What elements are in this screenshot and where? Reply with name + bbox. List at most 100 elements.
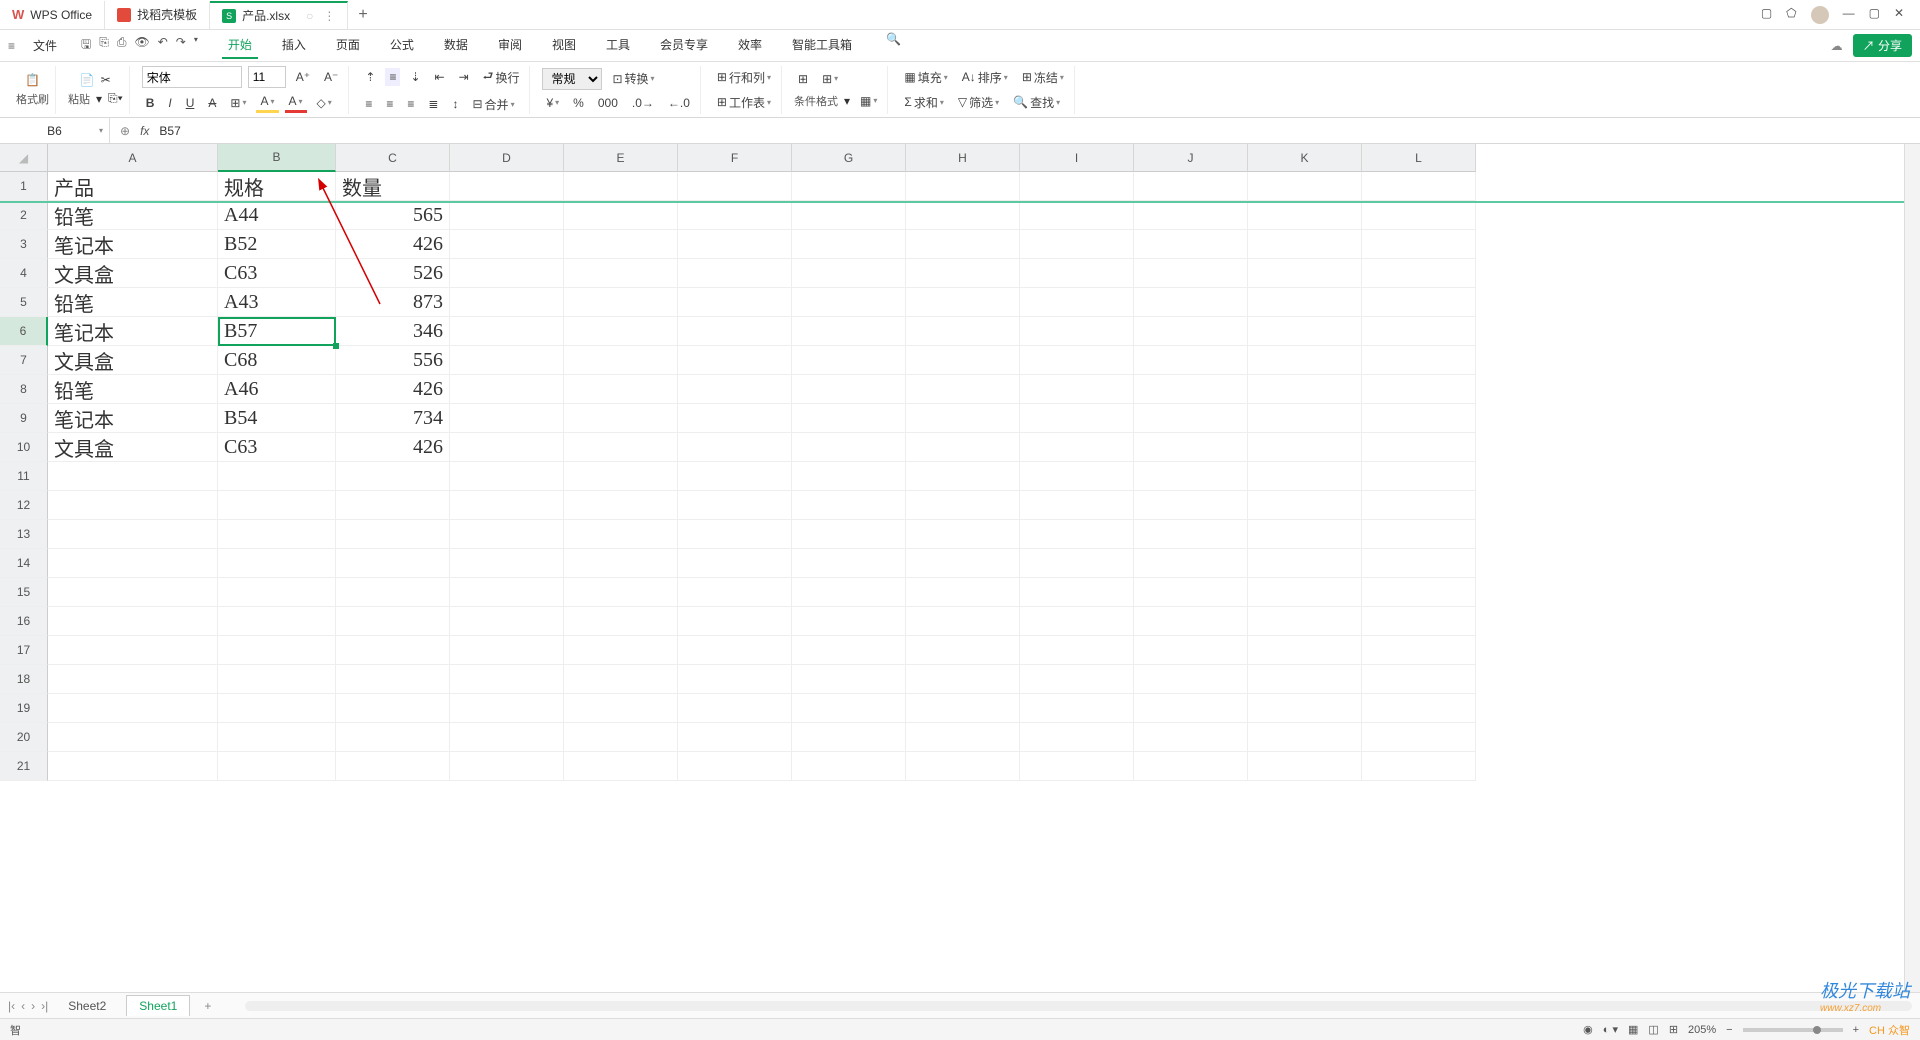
cell-K16[interactable] (1248, 607, 1362, 636)
row-header-20[interactable]: 20 (0, 723, 48, 752)
row-header-16[interactable]: 16 (0, 607, 48, 636)
cell-A21[interactable] (48, 752, 218, 781)
cell-C13[interactable] (336, 520, 450, 549)
row-header-4[interactable]: 4 (0, 259, 48, 288)
cell-D18[interactable] (450, 665, 564, 694)
cell-D15[interactable] (450, 578, 564, 607)
indent-inc-button[interactable]: ⇥ (455, 68, 473, 86)
cell-H5[interactable] (906, 288, 1020, 317)
cell-L19[interactable] (1362, 694, 1476, 723)
cell-J19[interactable] (1134, 694, 1248, 723)
hamburger-icon[interactable]: ≡ (8, 39, 15, 53)
ribbon-tab-data[interactable]: 数据 (438, 32, 474, 59)
cell-G11[interactable] (792, 462, 906, 491)
cell-A3[interactable]: 笔记本 (48, 230, 218, 259)
cell-C4[interactable]: 526 (336, 259, 450, 288)
cell-D10[interactable] (450, 433, 564, 462)
column-header-B[interactable]: B (218, 144, 336, 172)
cell-A9[interactable]: 笔记本 (48, 404, 218, 433)
cell-H21[interactable] (906, 752, 1020, 781)
justify-button[interactable]: ≣ (424, 95, 442, 113)
cell-J10[interactable] (1134, 433, 1248, 462)
cell-E17[interactable] (564, 636, 678, 665)
cell-J16[interactable] (1134, 607, 1248, 636)
row-header-7[interactable]: 7 (0, 346, 48, 375)
ribbon-tab-member[interactable]: 会员专享 (654, 32, 714, 59)
cell-E5[interactable] (564, 288, 678, 317)
cloud-icon[interactable]: ☁ (1831, 39, 1843, 53)
cell-H20[interactable] (906, 723, 1020, 752)
cell-D2[interactable] (450, 201, 564, 230)
sheet-nav-next-icon[interactable]: › (31, 999, 35, 1013)
cell-B7[interactable]: C68 (218, 346, 336, 375)
cell-E12[interactable] (564, 491, 678, 520)
cell-D17[interactable] (450, 636, 564, 665)
column-header-H[interactable]: H (906, 144, 1020, 172)
column-header-F[interactable]: F (678, 144, 792, 172)
cell-L14[interactable] (1362, 549, 1476, 578)
cell-H14[interactable] (906, 549, 1020, 578)
cell-L6[interactable] (1362, 317, 1476, 346)
cell-D21[interactable] (450, 752, 564, 781)
cell-C21[interactable] (336, 752, 450, 781)
cell-H10[interactable] (906, 433, 1020, 462)
cell-K17[interactable] (1248, 636, 1362, 665)
status-hint-icon[interactable]: 智 (10, 1022, 21, 1038)
cell-C8[interactable]: 426 (336, 375, 450, 404)
cell-A19[interactable] (48, 694, 218, 723)
cell-L9[interactable] (1362, 404, 1476, 433)
cell-B9[interactable]: B54 (218, 404, 336, 433)
column-header-J[interactable]: J (1134, 144, 1248, 172)
cell-C19[interactable] (336, 694, 450, 723)
cell-B4[interactable]: C63 (218, 259, 336, 288)
align-middle-button[interactable]: ≡ (385, 68, 400, 86)
row-header-6[interactable]: 6 (0, 317, 48, 346)
cell-B11[interactable] (218, 462, 336, 491)
row-header-5[interactable]: 5 (0, 288, 48, 317)
cell-J11[interactable] (1134, 462, 1248, 491)
name-box[interactable]: B6 ▾ (0, 118, 110, 143)
cell-L12[interactable] (1362, 491, 1476, 520)
currency-button[interactable]: ¥▾ (542, 94, 563, 112)
cell-J2[interactable] (1134, 201, 1248, 230)
cell-D19[interactable] (450, 694, 564, 723)
cell-K15[interactable] (1248, 578, 1362, 607)
cell-L18[interactable] (1362, 665, 1476, 694)
row-header-13[interactable]: 13 (0, 520, 48, 549)
cell-K10[interactable] (1248, 433, 1362, 462)
cell-C17[interactable] (336, 636, 450, 665)
cell-G5[interactable] (792, 288, 906, 317)
cell-C11[interactable] (336, 462, 450, 491)
cell-B14[interactable] (218, 549, 336, 578)
underline-button[interactable]: U (182, 94, 199, 112)
share-button[interactable]: ↗ 分享 (1853, 34, 1912, 57)
row-header-19[interactable]: 19 (0, 694, 48, 723)
sheet-nav-prev-icon[interactable]: ‹ (21, 999, 25, 1013)
sheet-add-button[interactable]: + (198, 999, 217, 1013)
cell-A2[interactable]: 铅笔 (48, 201, 218, 230)
find-button[interactable]: 🔍 查找▾ (1009, 92, 1064, 113)
cell-K11[interactable] (1248, 462, 1362, 491)
cell-D8[interactable] (450, 375, 564, 404)
cell-J18[interactable] (1134, 665, 1248, 694)
cell-E18[interactable] (564, 665, 678, 694)
cell-B17[interactable] (218, 636, 336, 665)
cell-J12[interactable] (1134, 491, 1248, 520)
strike-button[interactable]: A (204, 94, 220, 112)
print-icon[interactable]: ⎙ (117, 35, 127, 56)
row-header-9[interactable]: 9 (0, 404, 48, 433)
cell-F18[interactable] (678, 665, 792, 694)
row-header-2[interactable]: 2 (0, 201, 48, 230)
cell-B12[interactable] (218, 491, 336, 520)
cell-G4[interactable] (792, 259, 906, 288)
cell-D3[interactable] (450, 230, 564, 259)
cell-E21[interactable] (564, 752, 678, 781)
cell-G21[interactable] (792, 752, 906, 781)
zoom-out-button[interactable]: − (1726, 1024, 1732, 1036)
row-header-12[interactable]: 12 (0, 491, 48, 520)
cell-B1[interactable]: 规格 (218, 172, 336, 201)
cell-K21[interactable] (1248, 752, 1362, 781)
redo-icon[interactable]: ↷ (176, 35, 186, 56)
cell-B10[interactable]: C63 (218, 433, 336, 462)
cell-E6[interactable] (564, 317, 678, 346)
